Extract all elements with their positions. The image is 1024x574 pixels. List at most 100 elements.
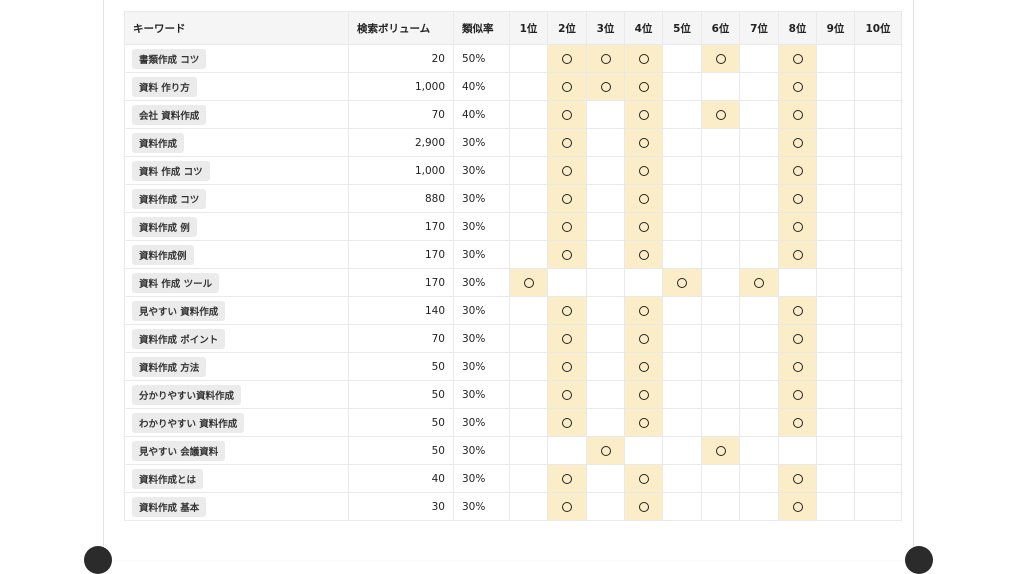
rank-cell-5: [662, 324, 702, 353]
table-row: 資料作成 ポイント 70 30%: [124, 324, 902, 353]
keyword-tag[interactable]: 資料 作成 コツ: [132, 160, 210, 181]
keyword-tag[interactable]: 資料 作り方: [132, 76, 197, 97]
keyword-cell: 資料作成例: [124, 240, 349, 269]
rank-cell-5: [662, 72, 702, 101]
similarity-cell: 30%: [453, 156, 510, 185]
keyword-tag[interactable]: 資料作成 例: [132, 216, 197, 237]
rank-cell-3: [586, 240, 625, 269]
rank-cell-1: [509, 72, 548, 101]
rank-cell-8: [778, 408, 817, 437]
rank-cell-4: [624, 184, 663, 213]
header-rank-3[interactable]: 3位: [586, 11, 625, 45]
circle-mark-icon: [562, 193, 572, 204]
rank-cell-3: [586, 268, 625, 297]
circle-mark-icon: [715, 109, 726, 120]
header-rank-7[interactable]: 7位: [739, 11, 779, 45]
rank-cell-5: [662, 380, 702, 409]
keyword-tag[interactable]: 資料作成: [132, 132, 185, 153]
header-rank-4[interactable]: 4位: [624, 11, 663, 45]
keyword-tag[interactable]: 見やすい 資料作成: [132, 300, 226, 321]
keyword-tag[interactable]: 資料作成とは: [132, 468, 204, 489]
rank-cell-3: [586, 72, 625, 101]
keyword-tag[interactable]: 資料 作成 ツール: [132, 272, 220, 293]
rank-cell-1: [509, 240, 548, 269]
rank-cell-10: [854, 492, 902, 521]
similarity-cell: 30%: [453, 464, 510, 493]
rank-cell-7: [739, 464, 779, 493]
circle-mark-icon: [638, 473, 649, 484]
rank-cell-9: [816, 464, 855, 493]
rank-cell-7: [739, 380, 779, 409]
circle-mark-icon: [792, 501, 803, 512]
rank-cell-7: [739, 240, 779, 269]
keyword-tag[interactable]: 分かりやすい資料作成: [132, 384, 242, 405]
rank-cell-6: [701, 352, 740, 381]
header-similarity[interactable]: 類似率: [453, 11, 510, 45]
window-corner-right: [905, 546, 933, 574]
keyword-tag[interactable]: 資料作成 ポイント: [132, 328, 226, 349]
rank-cell-7: [739, 352, 779, 381]
rank-cell-6: [701, 324, 740, 353]
header-rank-9[interactable]: 9位: [816, 11, 855, 45]
rank-cell-6: [701, 464, 740, 493]
rank-cell-9: [816, 72, 855, 101]
keyword-tag[interactable]: 資料作成 方法: [132, 356, 207, 377]
rank-cell-4: [624, 296, 663, 325]
circle-mark-icon: [562, 417, 572, 428]
circle-mark-icon: [523, 277, 534, 288]
header-volume[interactable]: 検索ボリューム: [348, 11, 454, 45]
circle-mark-icon: [638, 53, 649, 64]
circle-mark-icon: [562, 361, 572, 372]
table-row: 資料作成 コツ 880 30%: [124, 184, 902, 213]
circle-mark-icon: [562, 221, 572, 232]
keyword-cell: 書類作成 コツ: [124, 44, 349, 73]
keyword-cell: 見やすい 資料作成: [124, 296, 349, 325]
header-rank-6[interactable]: 6位: [701, 11, 740, 45]
keyword-tag[interactable]: 資料作成 基本: [132, 496, 207, 517]
rank-cell-1: [509, 184, 548, 213]
header-rank-2[interactable]: 2位: [547, 11, 587, 45]
similarity-cell: 30%: [453, 128, 510, 157]
rank-cell-2: [547, 156, 587, 185]
keyword-cell: 資料作成 基本: [124, 492, 349, 521]
rank-cell-4: [624, 72, 663, 101]
table-row: 資料作成 方法 50 30%: [124, 352, 902, 381]
header-rank-8[interactable]: 8位: [778, 11, 817, 45]
rank-cell-3: [586, 128, 625, 157]
header-rank-5[interactable]: 5位: [662, 11, 702, 45]
header-keyword[interactable]: キーワード: [124, 11, 349, 45]
rank-cell-9: [816, 44, 855, 73]
table-row: わかりやすい 資料作成 50 30%: [124, 408, 902, 437]
volume-cell: 170: [348, 212, 454, 241]
keyword-cell: 分かりやすい資料作成: [124, 380, 349, 409]
circle-mark-icon: [562, 137, 572, 148]
rank-cell-5: [662, 296, 702, 325]
circle-mark-icon: [600, 445, 611, 456]
keyword-tag[interactable]: 資料作成 コツ: [132, 188, 207, 209]
table-row: 資料 作成 コツ 1,000 30%: [124, 156, 902, 185]
rank-cell-2: [547, 44, 587, 73]
keyword-tag[interactable]: わかりやすい 資料作成: [132, 412, 245, 433]
circle-mark-icon: [792, 473, 803, 484]
keyword-tag[interactable]: 資料作成例: [132, 244, 194, 265]
header-rank-1[interactable]: 1位: [509, 11, 548, 45]
rank-cell-8: [778, 324, 817, 353]
rank-cell-2: [547, 408, 587, 437]
volume-cell: 2,900: [348, 128, 454, 157]
keyword-tag[interactable]: 見やすい 会議資料: [132, 440, 226, 461]
similarity-cell: 30%: [453, 436, 510, 465]
circle-mark-icon: [715, 445, 726, 456]
rank-cell-6: [701, 156, 740, 185]
keyword-tag[interactable]: 書類作成 コツ: [132, 48, 207, 69]
rank-cell-3: [586, 156, 625, 185]
circle-mark-icon: [792, 53, 803, 64]
rank-cell-2: [547, 296, 587, 325]
keyword-tag[interactable]: 会社 資料作成: [132, 104, 207, 125]
rank-cell-4: [624, 352, 663, 381]
rank-cell-7: [739, 436, 779, 465]
rank-cell-3: [586, 408, 625, 437]
rank-cell-2: [547, 436, 587, 465]
circle-mark-icon: [792, 333, 803, 344]
volume-cell: 40: [348, 464, 454, 493]
header-rank-10[interactable]: 10位: [854, 11, 902, 45]
